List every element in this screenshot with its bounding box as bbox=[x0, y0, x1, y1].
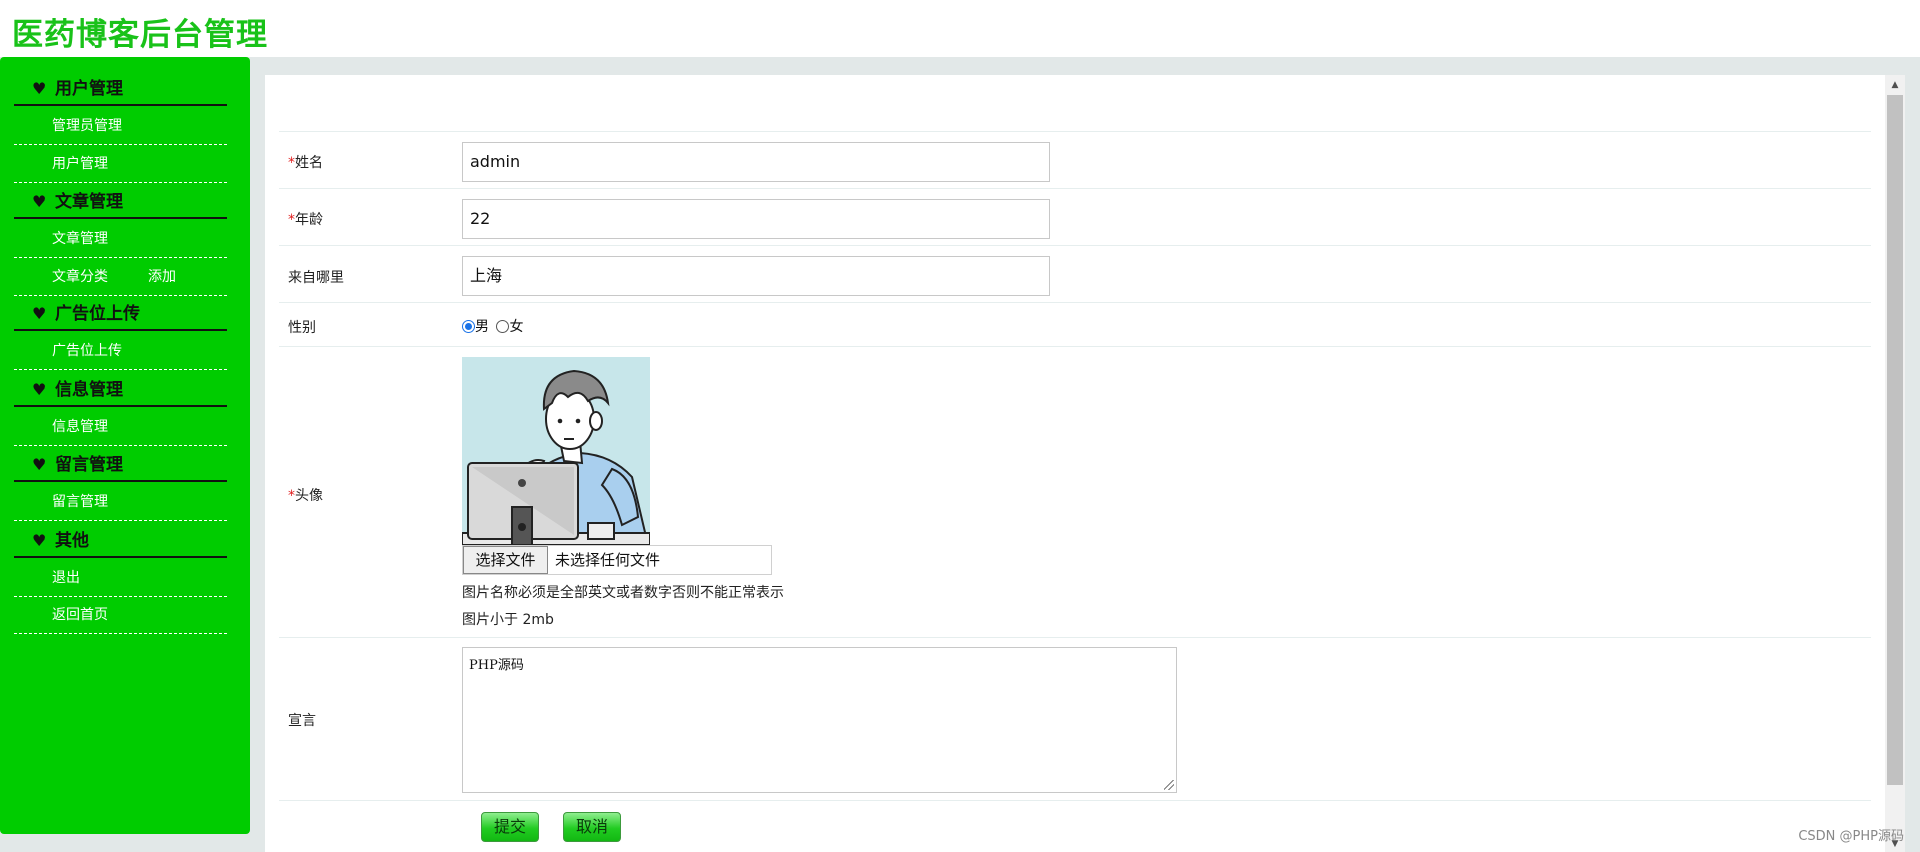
form-row-origin: 来自哪里 上海 bbox=[279, 245, 1871, 302]
heart-icon: ♥ bbox=[32, 531, 47, 550]
sidebar-group-title: 用户管理 bbox=[55, 79, 123, 99]
sidebar-group-other[interactable]: ♥ 其他 bbox=[14, 524, 227, 558]
choose-file-button[interactable]: 选择文件 bbox=[463, 546, 548, 574]
sidebar: ♥ 用户管理 管理员管理 用户管理 ♥ 文章管理 文章管理 文章分类 添加 ♥ … bbox=[0, 57, 250, 834]
form-row-age: *年龄 22 bbox=[279, 188, 1871, 245]
sidebar-group-title: 信息管理 bbox=[55, 380, 123, 400]
gender-female-label[interactable]: 女 bbox=[509, 319, 523, 335]
file-input[interactable]: 选择文件 未选择任何文件 bbox=[462, 545, 772, 575]
avatar-label: *头像 bbox=[288, 485, 323, 505]
age-label-text: 年龄 bbox=[295, 212, 323, 228]
required-mark: * bbox=[288, 155, 295, 171]
name-input[interactable]: admin bbox=[462, 142, 1050, 182]
resize-grip-icon[interactable] bbox=[1164, 780, 1174, 790]
form-row-avatar: *头像 选择文件 未选择任何文件 图片名称必须是全部英文或者数字否则不能正常表示… bbox=[279, 346, 1871, 637]
scroll-up-arrow-icon[interactable]: ▲ bbox=[1885, 77, 1905, 93]
gender-male-radio[interactable] bbox=[462, 320, 475, 333]
gender-male-label[interactable]: 男 bbox=[475, 319, 489, 335]
sidebar-item-user-management[interactable]: 用户管理 bbox=[14, 146, 227, 183]
sidebar-item-label[interactable]: 留言管理 bbox=[52, 484, 108, 521]
sidebar-item-article-category[interactable]: 文章分类 添加 bbox=[14, 259, 227, 296]
sidebar-item-logout[interactable]: 退出 bbox=[14, 560, 227, 597]
heart-icon: ♥ bbox=[32, 304, 47, 323]
sidebar-group-title: 留言管理 bbox=[55, 455, 123, 475]
sidebar-group-title: 其他 bbox=[55, 531, 89, 551]
heart-icon: ♥ bbox=[32, 455, 47, 474]
watermark: CSDN @PHP源码 bbox=[1798, 829, 1904, 844]
avatar-label-text: 头像 bbox=[295, 488, 323, 504]
main-panel: *姓名 admin *年龄 22 来自哪里 上海 性别 男 女 *头像 选择文件… bbox=[265, 75, 1887, 852]
sidebar-item-label[interactable]: 文章管理 bbox=[52, 221, 108, 258]
main-scrollbar[interactable]: ▲ ▼ bbox=[1885, 75, 1905, 852]
heart-icon: ♥ bbox=[32, 380, 47, 399]
gender-radio-group: 男 女 bbox=[462, 316, 523, 336]
sidebar-item-back-home[interactable]: 返回首页 bbox=[14, 597, 227, 634]
sidebar-item-label[interactable]: 用户管理 bbox=[52, 146, 108, 183]
sidebar-item-message-management[interactable]: 留言管理 bbox=[14, 484, 227, 521]
gender-female-radio[interactable] bbox=[496, 320, 510, 333]
sidebar-item-info-management[interactable]: 信息管理 bbox=[14, 409, 227, 446]
sidebar-group-title: 广告位上传 bbox=[55, 304, 140, 324]
name-label: *姓名 bbox=[288, 152, 323, 172]
submit-button[interactable]: 提交 bbox=[481, 812, 539, 842]
sidebar-item-label[interactable]: 广告位上传 bbox=[52, 333, 122, 370]
sidebar-item-add-link[interactable]: 添加 bbox=[148, 259, 176, 296]
motto-text: PHP源码 bbox=[469, 658, 524, 673]
sidebar-item-ad-upload[interactable]: 广告位上传 bbox=[14, 333, 227, 370]
required-mark: * bbox=[288, 212, 295, 228]
sidebar-item-article-management[interactable]: 文章管理 bbox=[14, 221, 227, 258]
age-input[interactable]: 22 bbox=[462, 199, 1050, 239]
heart-icon: ♥ bbox=[32, 192, 47, 211]
sidebar-item-admin-management[interactable]: 管理员管理 bbox=[14, 108, 227, 145]
form-row-motto: 宣言 PHP源码 bbox=[279, 637, 1871, 800]
origin-input[interactable]: 上海 bbox=[462, 256, 1050, 296]
name-label-text: 姓名 bbox=[295, 155, 323, 171]
avatar-image bbox=[462, 357, 650, 545]
avatar-hint-size: 图片小于 2mb bbox=[462, 612, 554, 628]
form-row-name: *姓名 admin bbox=[279, 131, 1871, 188]
motto-label: 宣言 bbox=[288, 713, 316, 729]
sidebar-group-user-management[interactable]: ♥ 用户管理 bbox=[14, 72, 227, 106]
sidebar-group-article-management[interactable]: ♥ 文章管理 bbox=[14, 185, 227, 219]
scrollbar-thumb[interactable] bbox=[1887, 95, 1903, 785]
sidebar-group-info-management[interactable]: ♥ 信息管理 bbox=[14, 373, 227, 407]
motto-textarea[interactable]: PHP源码 bbox=[462, 647, 1177, 793]
heart-icon: ♥ bbox=[32, 79, 47, 98]
sidebar-item-label[interactable]: 退出 bbox=[52, 560, 80, 597]
age-label: *年龄 bbox=[288, 209, 323, 229]
sidebar-group-message-management[interactable]: ♥ 留言管理 bbox=[14, 448, 227, 482]
file-status-text: 未选择任何文件 bbox=[555, 551, 661, 569]
origin-label: 来自哪里 bbox=[288, 270, 344, 286]
form-row-actions: 提交 取消 bbox=[279, 800, 1871, 852]
required-mark: * bbox=[288, 488, 295, 504]
sidebar-item-label[interactable]: 管理员管理 bbox=[52, 108, 122, 145]
cancel-button[interactable]: 取消 bbox=[563, 812, 621, 842]
header: 医药博客后台管理 bbox=[0, 0, 1920, 57]
sidebar-item-label[interactable]: 文章分类 bbox=[52, 259, 108, 296]
sidebar-group-ad-upload[interactable]: ♥ 广告位上传 bbox=[14, 297, 227, 331]
avatar-hint-filename: 图片名称必须是全部英文或者数字否则不能正常表示 bbox=[462, 585, 784, 601]
avatar-illustration bbox=[462, 357, 650, 545]
gender-label: 性别 bbox=[288, 320, 316, 336]
sidebar-group-title: 文章管理 bbox=[55, 192, 123, 212]
form-row-gender: 性别 男 女 bbox=[279, 302, 1871, 346]
sidebar-item-label[interactable]: 信息管理 bbox=[52, 409, 108, 446]
sidebar-item-label[interactable]: 返回首页 bbox=[52, 597, 108, 634]
site-title: 医药博客后台管理 bbox=[12, 17, 268, 53]
